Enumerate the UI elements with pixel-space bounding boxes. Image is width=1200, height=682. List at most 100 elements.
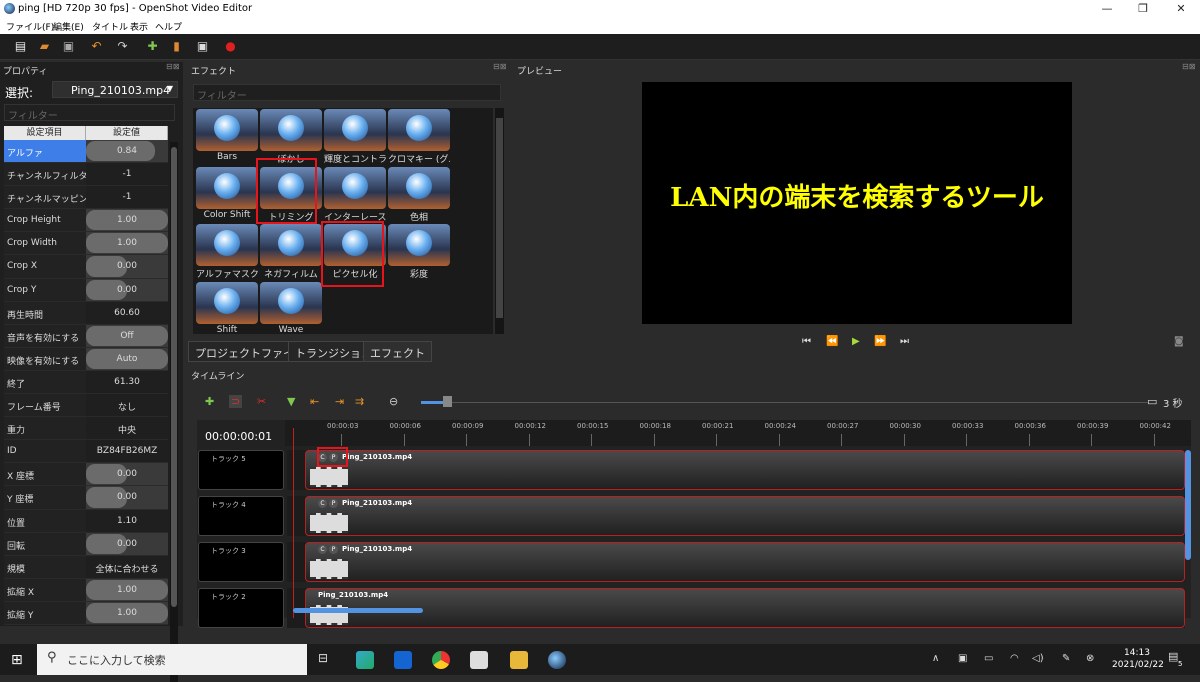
edge-icon[interactable] bbox=[356, 651, 374, 669]
openshot-taskbar-icon[interactable] bbox=[548, 651, 566, 669]
wifi-icon[interactable]: ◠ bbox=[1010, 653, 1019, 664]
close-circle-icon[interactable]: ⊗ bbox=[1086, 653, 1094, 664]
property-value[interactable]: Auto bbox=[86, 347, 168, 370]
clip-properties-badge[interactable]: P bbox=[329, 545, 338, 554]
add-track-icon[interactable]: ✚ bbox=[205, 395, 214, 408]
tray-app-icon[interactable]: ▣ bbox=[958, 653, 967, 664]
property-row[interactable]: Crop Height 1.00 bbox=[4, 209, 168, 233]
property-value[interactable]: 中央 bbox=[86, 417, 168, 439]
zoom-slider-handle[interactable] bbox=[443, 396, 452, 407]
task-view-icon[interactable]: ⊟ bbox=[318, 651, 328, 665]
redo-icon[interactable]: ↷ bbox=[116, 40, 129, 53]
property-value[interactable]: -1 bbox=[86, 163, 168, 185]
effect-item[interactable]: インターレース bbox=[324, 166, 386, 224]
effect-item[interactable]: クロマキー (グ... bbox=[388, 109, 450, 166]
property-row[interactable]: 規模 全体に合わせる bbox=[4, 555, 168, 579]
clip-effects-badge[interactable]: C bbox=[318, 499, 327, 508]
chrome-icon[interactable] bbox=[432, 651, 450, 669]
battery-icon[interactable]: ▭ bbox=[984, 653, 993, 664]
property-row[interactable]: 再生時間 60.60 bbox=[4, 301, 168, 325]
volume-icon[interactable]: ◁) bbox=[1032, 653, 1044, 664]
dock-float-close-icon[interactable]: ⊟⊠ bbox=[493, 62, 506, 71]
property-value[interactable]: 1.00 bbox=[86, 578, 168, 601]
center-playhead-icon[interactable]: ⇉ bbox=[355, 395, 364, 408]
properties-scrollbar[interactable] bbox=[170, 142, 178, 682]
property-value[interactable]: 0.00 bbox=[86, 486, 168, 509]
property-row[interactable]: 重力 中央 bbox=[4, 417, 168, 441]
menu-file[interactable]: ファイル(F) bbox=[6, 20, 54, 33]
track-header[interactable]: トラック 5 bbox=[198, 450, 284, 490]
previous-marker-icon[interactable]: ⇤ bbox=[310, 395, 319, 408]
property-value[interactable]: 1.00 bbox=[86, 232, 168, 255]
property-value[interactable]: 1.00 bbox=[86, 209, 168, 232]
property-row[interactable]: 拡縮 Y 1.00 bbox=[4, 601, 168, 625]
import-files-icon[interactable]: ✚ bbox=[146, 40, 159, 53]
camera-icon[interactable]: ◙ bbox=[1174, 336, 1184, 347]
property-row[interactable]: フレーム番号 なし bbox=[4, 394, 168, 418]
property-value[interactable]: 1.10 bbox=[86, 510, 168, 532]
effect-item[interactable]: Shift bbox=[196, 281, 258, 334]
dock-float-close-icon[interactable]: ⊟⊠ bbox=[1182, 62, 1195, 71]
new-project-icon[interactable]: ▤ bbox=[14, 40, 27, 53]
property-value[interactable]: 61.30 bbox=[86, 371, 168, 393]
property-row[interactable]: 終了 61.30 bbox=[4, 370, 168, 395]
maximize-button[interactable]: ❐ bbox=[1128, 2, 1158, 15]
track-header[interactable]: トラック 4 bbox=[198, 496, 284, 536]
effect-item[interactable]: 彩度 bbox=[388, 224, 450, 281]
property-value[interactable]: 0.00 bbox=[86, 463, 168, 486]
property-row[interactable]: チャンネルマッピング-1 bbox=[4, 186, 168, 210]
open-project-icon[interactable]: ▰ bbox=[38, 40, 51, 53]
windows-start-icon[interactable]: ⊞ bbox=[11, 652, 23, 668]
jump-end-icon[interactable]: ⏭ bbox=[900, 336, 909, 347]
property-row[interactable]: X 座標 0.00 bbox=[4, 463, 168, 487]
menu-view[interactable]: 表示 bbox=[130, 20, 148, 33]
effect-item[interactable]: Bars bbox=[196, 109, 258, 166]
property-row[interactable]: チャンネルフィルター-1 bbox=[4, 163, 168, 187]
property-row[interactable]: 回転 0.00 bbox=[4, 532, 168, 556]
track-header[interactable]: トラック 2 bbox=[198, 588, 284, 628]
effect-item[interactable]: 輝度とコントラ... bbox=[324, 109, 386, 166]
app-r-icon[interactable] bbox=[394, 651, 412, 669]
tab-effects[interactable]: エフェクト bbox=[363, 341, 432, 362]
taskbar-search-box[interactable]: ⚲ ここに入力して検索 bbox=[37, 644, 307, 675]
export-video-icon[interactable]: ● bbox=[224, 40, 237, 53]
pen-icon[interactable]: ✎ bbox=[1062, 653, 1070, 664]
rewind-icon[interactable]: ⏪ bbox=[826, 336, 838, 347]
clip-select-dropdown[interactable]: Ping_210103.mp4 ▼ bbox=[52, 81, 178, 98]
property-row[interactable]: Crop Y 0.00 bbox=[4, 278, 168, 302]
property-row[interactable]: 拡縮 X 1.00 bbox=[4, 578, 168, 602]
menu-edit[interactable]: 編集(E) bbox=[53, 20, 84, 33]
clip-properties-badge[interactable]: P bbox=[329, 499, 338, 508]
zoom-in-icon[interactable]: ▭ bbox=[1147, 395, 1157, 408]
video-clip[interactable]: C P Ping_210103.mp4 bbox=[305, 496, 1185, 536]
property-value[interactable]: -1 bbox=[86, 186, 168, 208]
fullscreen-icon[interactable]: ▣ bbox=[196, 40, 209, 53]
effect-item[interactable]: Wave bbox=[260, 281, 322, 334]
video-clip[interactable]: Ping_210103.mp4 bbox=[305, 588, 1185, 628]
effects-scrollbar[interactable] bbox=[495, 108, 504, 334]
menu-title[interactable]: タイトル bbox=[92, 20, 128, 33]
property-value[interactable]: BZ84FB26MZ bbox=[86, 440, 168, 462]
notification-icon[interactable]: ▤ bbox=[1168, 650, 1178, 663]
snapping-icon[interactable]: ⊃ bbox=[229, 395, 243, 408]
menu-help[interactable]: ヘルプ bbox=[155, 20, 182, 33]
property-value[interactable]: 0.00 bbox=[86, 532, 168, 555]
property-value[interactable]: 0.00 bbox=[86, 278, 168, 301]
taskbar-clock[interactable]: 14:13 2021/02/22 bbox=[1112, 647, 1164, 671]
profile-icon[interactable]: ▮ bbox=[170, 40, 183, 53]
property-row[interactable]: 音声を有効にする Off bbox=[4, 324, 168, 348]
timeline-vertical-scrollbar[interactable] bbox=[1185, 450, 1191, 560]
time-ruler[interactable]: 00:00:03 00:00:06 00:00:09 00:00:12 00:00:15… bbox=[285, 420, 1191, 446]
video-clip[interactable]: C P Ping_210103.mp4 bbox=[305, 542, 1185, 582]
razor-icon[interactable]: ✂ bbox=[257, 395, 266, 408]
jump-start-icon[interactable]: ⏮ bbox=[802, 336, 811, 347]
property-value[interactable]: Off bbox=[86, 324, 168, 347]
show-hidden-icons[interactable]: ∧ bbox=[932, 653, 939, 664]
dock-float-close-icon[interactable]: ⊟⊠ bbox=[166, 62, 179, 71]
property-row[interactable]: Crop Width 1.00 bbox=[4, 232, 168, 256]
next-marker-icon[interactable]: ⇥ bbox=[335, 395, 344, 408]
track-lane[interactable]: C P Ping_210103.mp4 bbox=[287, 450, 1185, 490]
effect-item[interactable]: Color Shift bbox=[196, 166, 258, 224]
effects-filter-input[interactable]: フィルター bbox=[193, 84, 501, 102]
effect-item[interactable]: アルファマスク ... bbox=[196, 224, 258, 281]
